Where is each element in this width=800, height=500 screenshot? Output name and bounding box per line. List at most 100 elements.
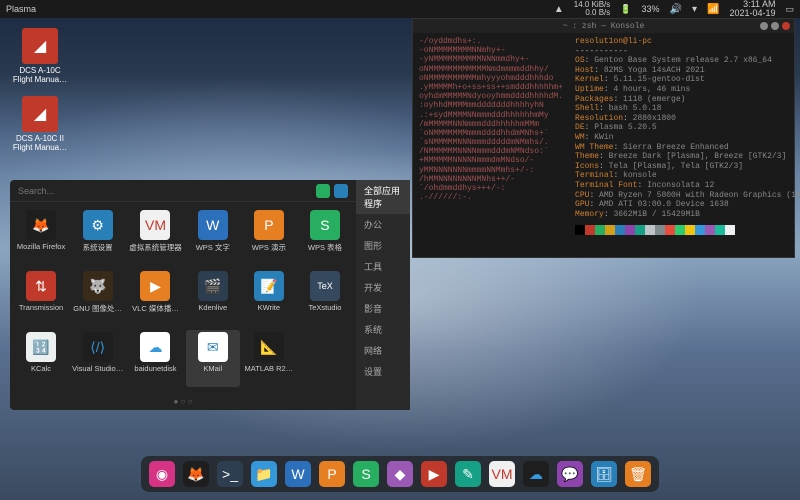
- user-icon[interactable]: [334, 184, 348, 198]
- app-icon: 🔢: [26, 332, 56, 362]
- neofetch-logo: -/oyddmdhs+:. -oNMMMMMMMMNNmhy+- -yNMMMM…: [419, 37, 563, 239]
- app-icon: 📝: [254, 271, 284, 301]
- app-item[interactable]: ✉ KMail: [186, 330, 240, 387]
- app-item[interactable]: 🦊 Mozilla Firefox: [14, 208, 68, 267]
- maximize-button[interactable]: [771, 22, 779, 30]
- netspeed-indicator: 14.0 KiB/s 0.0 B/s: [574, 1, 610, 17]
- app-item[interactable]: ⇅ Transmission: [14, 269, 68, 328]
- app-label: VLC 媒体播…: [129, 303, 182, 314]
- clock[interactable]: 3:11 AM 2021-04-19: [729, 0, 775, 18]
- app-icon: ⟨/⟩: [83, 332, 113, 362]
- app-label: Transmission: [16, 303, 66, 312]
- dock-item[interactable]: ◆: [387, 461, 413, 487]
- app-item[interactable]: 🐺 GNU 图像处…: [70, 269, 125, 328]
- app-item[interactable]: W WPS 文字: [186, 208, 240, 267]
- app-label: 系统设置: [72, 242, 123, 253]
- desktop-icon-dcs-a10c-ii[interactable]: ◢ DCS A-10C II Flight Manua…: [12, 96, 68, 152]
- dock-item[interactable]: 💬: [557, 461, 583, 487]
- category-sidebar: 全部应用程序办公图形工具开发影音系统网络设置: [356, 180, 410, 410]
- category-item[interactable]: 图形: [356, 235, 410, 256]
- app-label: GNU 图像处…: [72, 303, 123, 314]
- pdf-icon: ◢: [22, 96, 58, 132]
- minimize-button[interactable]: [760, 22, 768, 30]
- app-icon: ☁: [140, 332, 170, 362]
- app-icon: ⚙: [83, 210, 113, 240]
- chevron-down-icon[interactable]: ▾: [692, 4, 697, 15]
- top-panel: Plasma ▲ 14.0 KiB/s 0.0 B/s 🔋 33% 🔊 ▾ 📶 …: [0, 0, 800, 18]
- app-label: WPS 表格: [300, 242, 350, 253]
- app-icon: ✉: [198, 332, 228, 362]
- dock-item[interactable]: W: [285, 461, 311, 487]
- app-label: TeXstudio: [300, 303, 350, 312]
- dock-item[interactable]: >_: [217, 461, 243, 487]
- app-icon: TeX: [310, 271, 340, 301]
- app-item[interactable]: ☁ baidunetdisk: [127, 330, 184, 387]
- app-label: KCalc: [16, 364, 66, 373]
- app-item[interactable]: S WPS 表格: [298, 208, 352, 267]
- launcher-search-bar: [10, 180, 356, 202]
- app-icon: P: [254, 210, 284, 240]
- app-item[interactable]: VM 虚拟系统管理器: [127, 208, 184, 267]
- close-button[interactable]: [782, 22, 790, 30]
- app-label: Visual Studio…: [72, 364, 123, 373]
- category-item[interactable]: 影音: [356, 298, 410, 319]
- dock-item[interactable]: ◉: [149, 461, 175, 487]
- app-label: KWrite: [244, 303, 294, 312]
- wifi-icon[interactable]: 📶: [707, 4, 719, 15]
- app-icon: S: [310, 210, 340, 240]
- app-label: 虚拟系统管理器: [129, 242, 182, 253]
- app-item[interactable]: 🎬 Kdenlive: [186, 269, 240, 328]
- category-item[interactable]: 系统: [356, 319, 410, 340]
- app-label: baidunetdisk: [129, 364, 182, 373]
- tray-up-icon[interactable]: ▲: [554, 4, 564, 15]
- app-icon: 📐: [254, 332, 284, 362]
- category-item[interactable]: 网络: [356, 340, 410, 361]
- app-item[interactable]: ▶ VLC 媒体播…: [127, 269, 184, 328]
- app-label: MATLAB R2…: [244, 364, 294, 373]
- konsole-content[interactable]: -/oyddmdhs+:. -oNMMMMMMMMNNmhy+- -yNMMMM…: [413, 33, 794, 243]
- dock-item[interactable]: ✎: [455, 461, 481, 487]
- app-icon: VM: [140, 210, 170, 240]
- power-icon[interactable]: [316, 184, 330, 198]
- category-item[interactable]: 办公: [356, 214, 410, 235]
- category-item[interactable]: 开发: [356, 277, 410, 298]
- app-item[interactable]: TeX TeXstudio: [298, 269, 352, 328]
- category-item[interactable]: 设置: [356, 361, 410, 382]
- volume-icon[interactable]: 🔊: [670, 4, 682, 15]
- category-item[interactable]: 工具: [356, 256, 410, 277]
- app-icon: 🎬: [198, 271, 228, 301]
- dock-item[interactable]: ☁: [523, 461, 549, 487]
- app-label: WPS 演示: [244, 242, 294, 253]
- app-item[interactable]: 📝 KWrite: [242, 269, 296, 328]
- app-launcher: 🦊 Mozilla Firefox ⚙ 系统设置 VM 虚拟系统管理器 W WP…: [10, 180, 410, 410]
- dock-item[interactable]: 🗑: [625, 461, 651, 487]
- panel-title: Plasma: [6, 4, 554, 14]
- app-label: WPS 文字: [188, 242, 238, 253]
- dock-item[interactable]: 🦊: [183, 461, 209, 487]
- konsole-titlebar[interactable]: ~ : zsh — Konsole: [413, 19, 794, 33]
- dock-item[interactable]: VM: [489, 461, 515, 487]
- app-item[interactable]: 🔢 KCalc: [14, 330, 68, 387]
- battery-icon[interactable]: 🔋: [620, 4, 631, 15]
- neofetch-info: resolut1on@li-pc ----------- OS: Gentoo …: [575, 37, 800, 239]
- konsole-window[interactable]: ~ : zsh — Konsole -/oyddmdhs+:. -oNMMMMM…: [412, 18, 795, 258]
- dock-item[interactable]: 📁: [251, 461, 277, 487]
- show-desktop-icon[interactable]: ▭: [785, 4, 794, 15]
- app-icon: ▶: [140, 271, 170, 301]
- dock-item[interactable]: S: [353, 461, 379, 487]
- app-item[interactable]: ⚙ 系统设置: [70, 208, 125, 267]
- system-tray[interactable]: ▲ 14.0 KiB/s 0.0 B/s 🔋 33% 🔊 ▾ 📶 3:11 AM…: [554, 0, 794, 18]
- dock-item[interactable]: 🗄: [591, 461, 617, 487]
- page-dots[interactable]: ● ○ ○: [10, 393, 356, 410]
- dock-item[interactable]: P: [319, 461, 345, 487]
- category-item[interactable]: 全部应用程序: [356, 180, 410, 214]
- app-item[interactable]: ⟨/⟩ Visual Studio…: [70, 330, 125, 387]
- pdf-icon: ◢: [22, 28, 58, 64]
- dock: ◉ 🦊 >_ 📁 WPS ◆ ▶ ✎ VM ☁ 💬 🗄 🗑: [141, 456, 659, 492]
- app-icon: 🦊: [26, 210, 56, 240]
- dock-item[interactable]: ▶: [421, 461, 447, 487]
- app-item[interactable]: 📐 MATLAB R2…: [242, 330, 296, 387]
- desktop-icon-dcs-a10c[interactable]: ◢ DCS A-10C Flight Manua…: [12, 28, 68, 84]
- search-input[interactable]: [18, 186, 316, 196]
- app-item[interactable]: P WPS 演示: [242, 208, 296, 267]
